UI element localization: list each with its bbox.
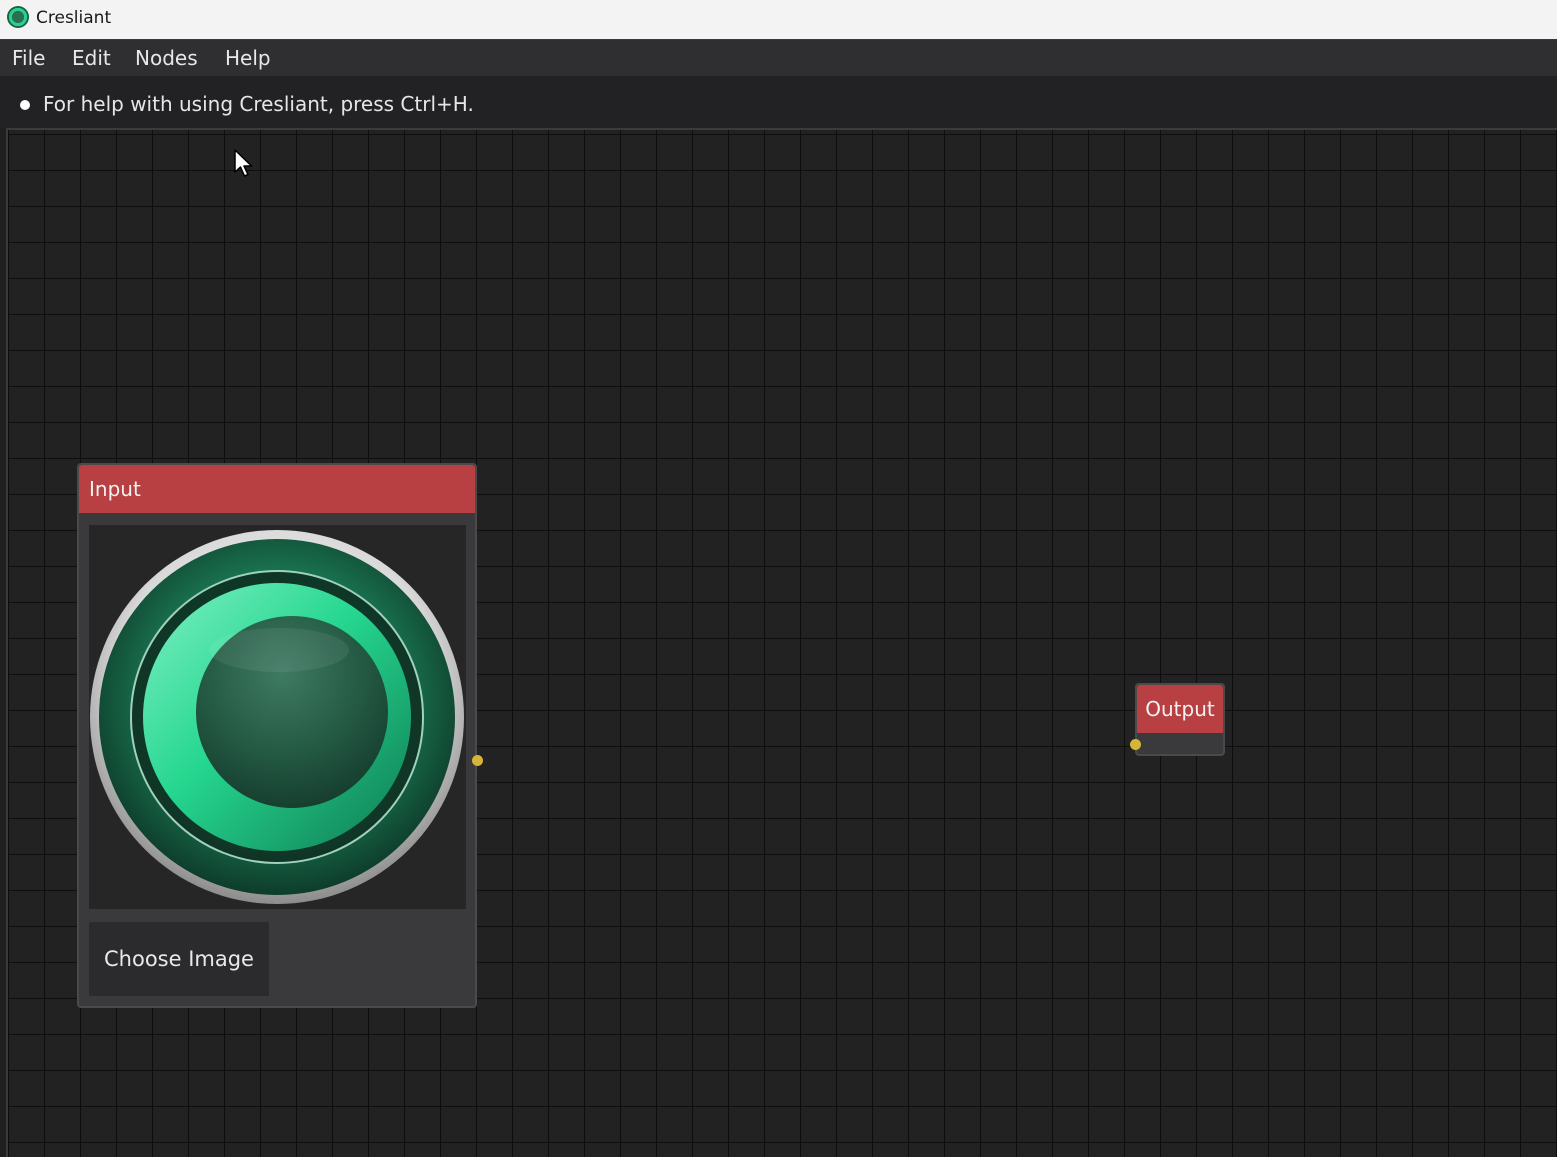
input-image-preview bbox=[89, 525, 466, 909]
input-node-title[interactable]: Input bbox=[79, 465, 475, 513]
menu-file[interactable]: File bbox=[12, 46, 45, 70]
menu-help[interactable]: Help bbox=[225, 46, 271, 70]
cresliant-logo-image bbox=[90, 530, 464, 904]
input-node-output-port[interactable] bbox=[472, 755, 483, 766]
input-node[interactable]: Input Choose Image bbox=[77, 463, 477, 1008]
bullet-icon bbox=[20, 100, 30, 110]
choose-image-button[interactable]: Choose Image bbox=[89, 922, 269, 996]
mouse-cursor-icon bbox=[234, 149, 253, 177]
menu-edit[interactable]: Edit bbox=[72, 46, 111, 70]
help-text: For help with using Cresliant, press Ctr… bbox=[43, 92, 474, 116]
output-node-input-port[interactable] bbox=[1130, 739, 1141, 750]
window-title: Cresliant bbox=[36, 8, 112, 28]
cresliant-logo-icon bbox=[7, 6, 29, 28]
output-node-title[interactable]: Output bbox=[1137, 685, 1223, 733]
window-titlebar: Cresliant bbox=[0, 0, 1557, 40]
menu-bar: File Edit Nodes Help bbox=[0, 40, 1557, 76]
menu-nodes[interactable]: Nodes bbox=[135, 46, 198, 70]
help-bar: For help with using Cresliant, press Ctr… bbox=[0, 76, 1557, 128]
output-node[interactable]: Output bbox=[1135, 683, 1225, 756]
